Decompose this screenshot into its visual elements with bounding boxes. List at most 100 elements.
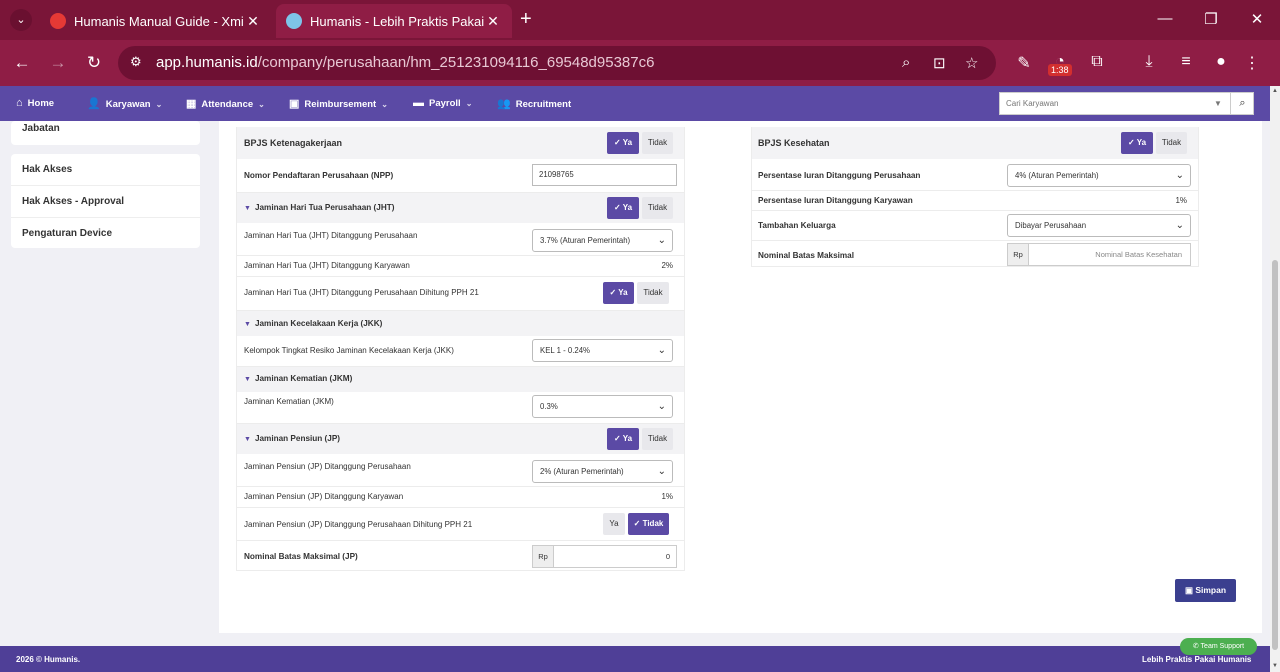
profile-avatar-icon[interactable]: ●	[1210, 53, 1232, 71]
scroll-down-icon[interactable]: ▼	[1271, 663, 1279, 669]
jht-pph-tidak-button[interactable]: Tidak	[637, 282, 669, 304]
row-divider	[752, 266, 1198, 267]
new-tab-icon[interactable]: +	[520, 9, 532, 29]
chevron-down-icon: ⌄	[1175, 170, 1184, 181]
minimize-icon[interactable]: —	[1150, 10, 1180, 27]
download-icon[interactable]: ⤓	[1138, 53, 1160, 71]
back-icon[interactable]: ←	[11, 53, 33, 73]
site-info-icon[interactable]: ⚙	[130, 54, 142, 70]
browser-tab-manual-guide[interactable]: Humanis Manual Guide - Xmind ✕	[40, 4, 272, 38]
browser-address-bar: ← → ↻ ⚙ app.humanis.id/company/perusahaa…	[0, 40, 1280, 86]
footer-tagline: Lebih Praktis Pakai Humanis	[1142, 655, 1252, 664]
nominal-jp-value: 0	[665, 552, 670, 561]
jp-title[interactable]: ▼ Jaminan Pensiun (JP)	[244, 434, 340, 443]
close-window-icon[interactable]: ✕	[1242, 10, 1272, 28]
close-tab-icon[interactable]: ✕	[244, 13, 262, 30]
nav-attendance[interactable]: ▦ Attendance ⌄	[186, 97, 265, 110]
wallet-icon: ▬	[413, 97, 424, 109]
search-icon[interactable]: ⌕	[1230, 93, 1254, 114]
extensions-puzzle-icon[interactable]: ⧉	[1086, 53, 1108, 71]
nominal-jp-label: Nominal Batas Maksimal (JP)	[244, 552, 358, 561]
close-tab-icon[interactable]: ✕	[484, 13, 502, 30]
npp-input[interactable]: 21098765	[532, 164, 677, 186]
jkm-title[interactable]: ▼ Jaminan Kematian (JKM)	[244, 374, 352, 383]
sidebar-item-pengaturan-device[interactable]: Pengaturan Device	[22, 228, 112, 239]
caret-down-icon: ▼	[244, 205, 251, 212]
jkm-label: Jaminan Kematian (JKM)	[244, 397, 334, 406]
nominal-jp-input[interactable]: Rp 0	[532, 545, 677, 568]
iuran-perusahaan-select[interactable]: 4% (Aturan Pemerintah) ⌄	[1007, 164, 1191, 187]
nav-home[interactable]: ⌂ Home	[16, 97, 54, 109]
jp-pph-label: Jaminan Pensiun (JP) Ditanggung Perusaha…	[244, 520, 473, 529]
jkm-select[interactable]: 0.3% ⌄	[532, 395, 673, 418]
media-control-icon[interactable]: ≡	[1175, 53, 1197, 71]
jht-perusahaan-select[interactable]: 3.7% (Aturan Pemerintah) ⌄	[532, 229, 673, 252]
browser-menu-icon[interactable]: ⋮	[1241, 53, 1263, 73]
row-divider	[237, 507, 684, 508]
jp-karyawan-label: Jaminan Pensiun (JP) Ditanggung Karyawan	[244, 492, 404, 501]
row-divider	[237, 540, 684, 541]
xmind-favicon-icon	[50, 13, 66, 29]
jp-ya-button[interactable]: ✓ Ya	[607, 428, 639, 450]
nominal-kesehatan-input[interactable]: Rp Nominal Batas Kesehatan	[1007, 243, 1191, 266]
ketenagakerjaan-tidak-button[interactable]: Tidak	[642, 132, 673, 154]
chevron-down-icon: ⌄	[155, 100, 163, 109]
jkk-label: Kelompok Tingkat Resiko Jaminan Kecelaka…	[244, 346, 454, 355]
iuran-karyawan-value: 1%	[1175, 196, 1187, 205]
restore-icon[interactable]: ❐	[1196, 10, 1226, 28]
employee-search-input[interactable]	[1000, 93, 1210, 114]
zoom-icon[interactable]: ⌕	[902, 54, 910, 71]
feather-extension-icon[interactable]: ✎	[1013, 53, 1035, 73]
browser-tab-bar: ⌄ Humanis Manual Guide - Xmind ✕ Humanis…	[0, 0, 1280, 40]
bookmark-star-icon[interactable]: ☆	[965, 54, 978, 72]
ketenagakerjaan-ya-button[interactable]: ✓ Ya	[607, 132, 639, 154]
browser-tab-humanis[interactable]: Humanis - Lebih Praktis Pakai Humanis ✕	[276, 4, 512, 38]
nav-karyawan[interactable]: 👤 Karyawan ⌄	[87, 97, 162, 110]
sidebar-item-jabatan[interactable]: Jabatan	[22, 123, 60, 134]
forward-icon[interactable]: →	[47, 53, 69, 73]
jkk-select[interactable]: KEL 1 - 0.24% ⌄	[532, 339, 673, 362]
tab-search-chevron-icon[interactable]: ⌄	[10, 9, 32, 31]
iuran-perusahaan-label: Persentase Iuran Ditanggung Perusahaan	[758, 171, 921, 180]
sidebar-item-hak-akses-approval[interactable]: Hak Akses - Approval	[22, 196, 124, 207]
row-divider	[237, 255, 684, 256]
jht-ya-button[interactable]: ✓ Ya	[607, 197, 639, 219]
jkk-title[interactable]: ▼ Jaminan Kecelakaan Kerja (JKK)	[244, 319, 382, 328]
jp-pph-tidak-button[interactable]: ✓ Tidak	[628, 513, 669, 535]
kesehatan-tidak-button[interactable]: Tidak	[1156, 132, 1187, 154]
jht-tidak-button[interactable]: Tidak	[642, 197, 673, 219]
row-divider	[752, 210, 1198, 211]
chevron-down-icon: ⌄	[258, 100, 265, 109]
row-divider	[752, 240, 1198, 241]
team-support-button[interactable]: ✆ Team Support	[1180, 638, 1257, 655]
jht-pph-ya-button[interactable]: ✓ Ya	[603, 282, 634, 304]
jp-pph-ya-button[interactable]: Ya	[603, 513, 625, 535]
app-footer: 2026 © Humanis. Lebih Praktis Pakai Huma…	[0, 646, 1270, 672]
caret-down-icon[interactable]: ▼	[1214, 99, 1222, 108]
jht-title[interactable]: ▼ Jaminan Hari Tua Perusahaan (JHT)	[244, 203, 394, 212]
kesehatan-ya-button[interactable]: ✓ Ya	[1121, 132, 1153, 154]
keluarga-select[interactable]: Dibayar Perusahaan ⌄	[1007, 214, 1191, 237]
sidebar-item-hak-akses[interactable]: Hak Akses	[22, 164, 72, 175]
jp-perusahaan-select[interactable]: 2% (Aturan Pemerintah) ⌄	[532, 460, 673, 483]
row-divider	[237, 276, 684, 277]
nav-payroll[interactable]: ▬ Payroll ⌄	[413, 97, 472, 109]
npp-label: Nomor Pendaftaran Perusahaan (NPP)	[244, 171, 394, 180]
install-app-icon[interactable]: ⊡	[933, 54, 946, 72]
chevron-down-icon: ⌄	[657, 401, 666, 412]
reload-icon[interactable]: ↻	[83, 53, 105, 73]
save-icon: ▣	[1184, 585, 1196, 595]
url-text[interactable]: app.humanis.id/company/perusahaan/hm_251…	[156, 54, 654, 71]
save-button[interactable]: ▣ Simpan	[1175, 579, 1236, 602]
scroll-up-icon[interactable]: ▲	[1271, 88, 1279, 94]
nav-recruitment[interactable]: 👥 Recruitment	[497, 97, 571, 110]
jht-perusahaan-label: Jaminan Hari Tua (JHT) Ditanggung Perusa…	[244, 231, 418, 240]
rp-prefix: Rp	[1008, 244, 1029, 265]
chevron-down-icon: ⌄	[657, 235, 666, 246]
user-edit-icon: 👤	[87, 98, 101, 110]
url-bar[interactable]: ⚙ app.humanis.id/company/perusahaan/hm_2…	[118, 46, 996, 80]
calendar-icon: ▦	[186, 98, 197, 110]
jp-tidak-button[interactable]: Tidak	[642, 428, 673, 450]
scrollbar-thumb[interactable]	[1272, 260, 1278, 650]
nav-reimbursement[interactable]: ▣ Reimbursement ⌄	[289, 97, 388, 110]
